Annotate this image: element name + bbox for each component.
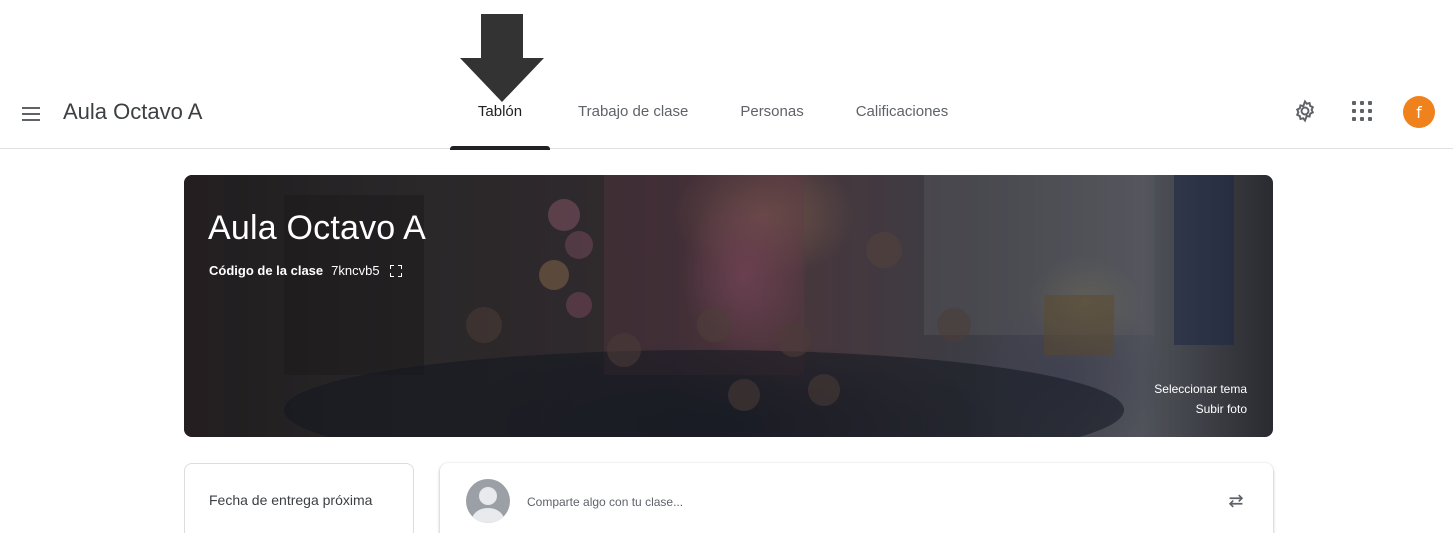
tab-classwork[interactable]: Trabajo de clase bbox=[552, 72, 714, 149]
class-name-title[interactable]: Aula Octavo A bbox=[63, 99, 202, 125]
tab-stream[interactable]: Tablón bbox=[450, 72, 550, 150]
banner-actions: Seleccionar tema Subir foto bbox=[1154, 379, 1247, 419]
tab-people[interactable]: Personas bbox=[714, 72, 829, 149]
class-settings-button[interactable] bbox=[1292, 98, 1318, 124]
tab-label: Trabajo de clase bbox=[578, 103, 689, 120]
upcoming-title: Fecha de entrega próxima bbox=[209, 492, 373, 508]
class-code-label: Código de la clase bbox=[209, 263, 324, 278]
class-tabs: Tablón Trabajo de clase Personas Calific… bbox=[450, 72, 975, 150]
gear-icon bbox=[1295, 99, 1315, 123]
repost-icon[interactable] bbox=[1225, 490, 1247, 512]
google-apps-button[interactable] bbox=[1352, 101, 1372, 121]
tab-label: Calificaciones bbox=[855, 103, 949, 120]
main-menu-button[interactable] bbox=[14, 96, 50, 132]
top-app-bar: Aula Octavo A Tablón Trabajo de clase Pe… bbox=[0, 72, 1453, 150]
tab-grades[interactable]: Calificaciones bbox=[830, 72, 975, 149]
share-with-class-box[interactable]: Comparte algo con tu clase... bbox=[440, 463, 1273, 533]
account-avatar[interactable]: f bbox=[1403, 96, 1435, 128]
banner-class-title: Aula Octavo A bbox=[208, 209, 427, 247]
upcoming-work-card: Fecha de entrega próxima bbox=[184, 463, 414, 533]
hamburger-menu-icon bbox=[22, 107, 40, 109]
user-avatar bbox=[466, 479, 510, 523]
share-placeholder-text: Comparte algo con tu clase... bbox=[527, 495, 684, 509]
tab-label: Personas bbox=[740, 103, 804, 120]
fullscreen-icon[interactable] bbox=[389, 264, 402, 277]
class-banner: Aula Octavo A Código de la clase 7kncvb5… bbox=[184, 175, 1273, 437]
upload-photo-link[interactable]: Subir foto bbox=[1154, 399, 1247, 419]
tab-label: Tablón bbox=[477, 103, 523, 120]
class-code-value: 7kncvb5 bbox=[331, 263, 380, 278]
class-code: Código de la clase 7kncvb5 bbox=[209, 263, 402, 278]
select-theme-link[interactable]: Seleccionar tema bbox=[1154, 379, 1247, 399]
